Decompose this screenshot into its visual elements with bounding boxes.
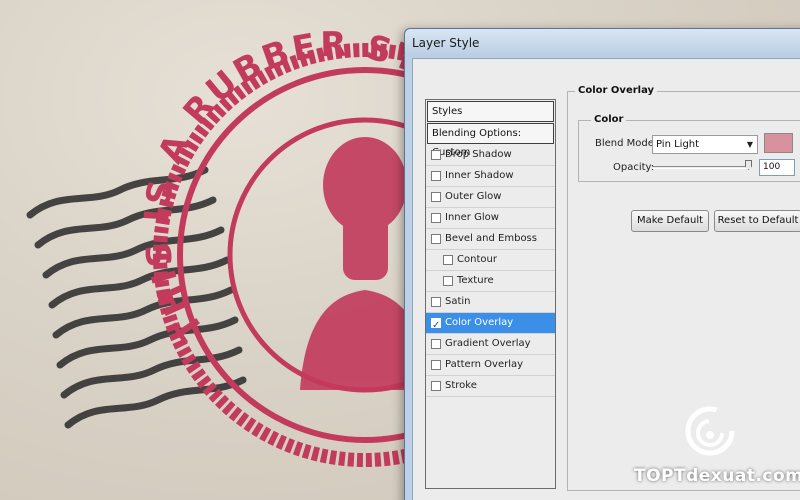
style-item-drop-shadow[interactable]: Drop Shadow (426, 145, 555, 166)
group-title: Color (591, 114, 627, 125)
style-item-bevel-and-emboss[interactable]: Bevel and Emboss (426, 229, 555, 250)
style-checkbox[interactable] (431, 297, 441, 307)
watermark-logo-icon (685, 406, 735, 456)
style-item-label: Satin (445, 296, 471, 307)
style-item-inner-shadow[interactable]: Inner Shadow (426, 166, 555, 187)
style-checkbox[interactable] (431, 150, 441, 160)
style-checkbox[interactable] (431, 234, 441, 244)
section-title: Color Overlay (575, 85, 658, 96)
style-item-outer-glow[interactable]: Outer Glow (426, 187, 555, 208)
opacity-input[interactable]: 100 (759, 159, 795, 176)
blend-mode-label: Blend Mode: (595, 138, 658, 149)
dropdown-arrow-icon: ▼ (746, 140, 753, 149)
style-checkbox[interactable] (431, 213, 441, 223)
style-checkbox[interactable] (431, 171, 441, 181)
color-group: Color Blend Mode: Pin Light ▼ Opacity: 1… (578, 114, 800, 182)
style-item-label: Pattern Overlay (445, 359, 524, 370)
blending-options-item[interactable]: Blending Options: Custom (427, 123, 554, 158)
styles-list: Styles Blending Options: Custom Drop Sha… (425, 99, 556, 489)
style-item-satin[interactable]: Satin (426, 292, 555, 313)
style-item-texture[interactable]: Texture (426, 271, 555, 292)
dialog-titlebar[interactable]: Layer Style (405, 29, 800, 57)
dialog-title: Layer Style (412, 36, 480, 50)
opacity-label: Opacity: (613, 162, 655, 173)
style-item-label: Color Overlay (445, 317, 514, 328)
style-checkbox[interactable] (443, 255, 453, 265)
style-item-pattern-overlay[interactable]: Pattern Overlay (426, 355, 555, 376)
blend-mode-select[interactable]: Pin Light ▼ (652, 135, 758, 154)
style-item-color-overlay[interactable]: Color Overlay (426, 313, 555, 336)
style-checkbox[interactable] (431, 339, 441, 349)
style-item-gradient-overlay[interactable]: Gradient Overlay (426, 334, 555, 355)
reset-to-default-button[interactable]: Reset to Default (714, 210, 800, 232)
style-item-label: Inner Shadow (445, 170, 514, 181)
style-item-label: Outer Glow (445, 191, 502, 202)
style-item-label: Gradient Overlay (445, 338, 531, 349)
style-item-label: Drop Shadow (445, 149, 512, 160)
make-default-button[interactable]: Make Default (631, 210, 709, 232)
style-item-label: Inner Glow (445, 212, 499, 223)
style-checkbox[interactable] (431, 192, 441, 202)
blend-mode-value: Pin Light (656, 139, 700, 150)
style-item-label: Stroke (445, 380, 477, 391)
watermark-text: TOPTdexuat.com (634, 466, 800, 486)
style-checkbox[interactable] (431, 316, 441, 336)
dialog-body: Styles Blending Options: Custom Drop Sha… (412, 58, 800, 500)
style-item-inner-glow[interactable]: Inner Glow (426, 208, 555, 229)
styles-header[interactable]: Styles (427, 101, 554, 122)
style-item-label: Contour (457, 254, 497, 265)
style-item-stroke[interactable]: Stroke (426, 376, 555, 397)
opacity-slider-track[interactable] (652, 166, 748, 169)
style-checkbox[interactable] (443, 276, 453, 286)
style-checkbox[interactable] (431, 381, 441, 391)
style-item-label: Bevel and Emboss (445, 233, 537, 244)
layer-style-dialog: Layer Style Styles Blending Options: Cus… (404, 28, 800, 500)
style-checkbox[interactable] (431, 360, 441, 370)
overlay-color-swatch[interactable] (764, 133, 793, 153)
style-item-contour[interactable]: Contour (426, 250, 555, 271)
style-item-label: Texture (457, 275, 494, 286)
